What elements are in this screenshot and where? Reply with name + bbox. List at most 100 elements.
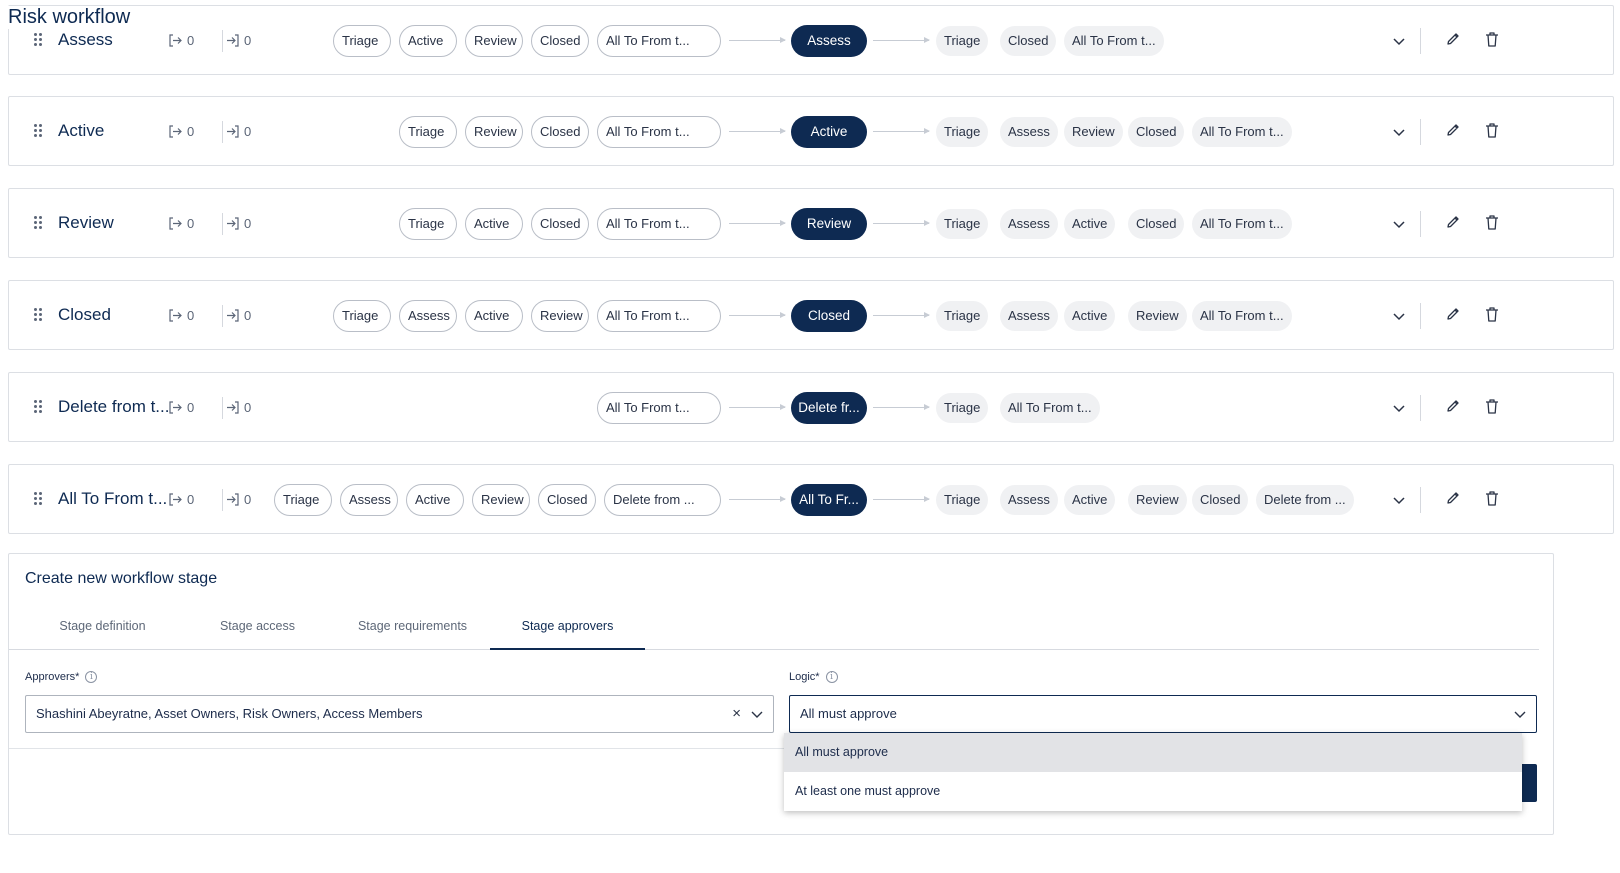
- from-stage-pill[interactable]: Closed: [531, 25, 589, 57]
- trash-icon[interactable]: [1484, 490, 1500, 507]
- from-stage-pill[interactable]: Triage: [333, 25, 391, 57]
- drag-handle-icon[interactable]: [34, 400, 44, 414]
- from-stage-pill[interactable]: Triage: [399, 116, 457, 148]
- from-stage-pill[interactable]: All To From t...: [597, 116, 721, 148]
- to-stage-pill[interactable]: All To From t...: [1192, 117, 1292, 147]
- current-stage-pill[interactable]: Active: [791, 116, 867, 148]
- trash-icon[interactable]: [1484, 122, 1500, 139]
- to-stage-pill[interactable]: Closed: [1192, 485, 1249, 515]
- current-stage-pill[interactable]: Delete fr...: [791, 392, 867, 424]
- drag-handle-icon[interactable]: [34, 216, 44, 230]
- logic-option-at-least-one[interactable]: At least one must approve: [784, 772, 1522, 811]
- incoming-count-value: 0: [244, 400, 252, 415]
- trash-icon[interactable]: [1484, 31, 1500, 48]
- from-stage-pill[interactable]: Triage: [274, 484, 332, 516]
- to-stage-pill[interactable]: Triage: [936, 301, 989, 331]
- info-icon[interactable]: i: [825, 671, 838, 683]
- from-stage-pill[interactable]: Active: [406, 484, 464, 516]
- from-stage-pill[interactable]: Review: [465, 25, 523, 57]
- clear-icon[interactable]: ×: [732, 696, 741, 732]
- trash-icon[interactable]: [1484, 214, 1500, 231]
- pencil-icon[interactable]: [1445, 490, 1461, 506]
- from-stage-pill[interactable]: Review: [531, 300, 589, 332]
- chevron-down-icon[interactable]: [1392, 309, 1406, 323]
- drag-handle-icon[interactable]: [34, 33, 44, 47]
- current-stage-pill[interactable]: Review: [791, 208, 867, 240]
- logic-select[interactable]: All must approve: [789, 695, 1537, 733]
- arrow-connector: [729, 37, 786, 43]
- chevron-down-icon[interactable]: [1392, 34, 1406, 48]
- from-stage-pill[interactable]: Assess: [340, 484, 398, 516]
- chevron-down-icon[interactable]: [1392, 401, 1406, 415]
- from-stage-pill[interactable]: Assess: [399, 300, 457, 332]
- to-stage-pill[interactable]: All To From t...: [1192, 209, 1292, 239]
- from-stage-pill[interactable]: Active: [465, 300, 523, 332]
- pencil-icon[interactable]: [1445, 214, 1461, 230]
- trash-icon[interactable]: [1484, 398, 1500, 415]
- current-stage-pill[interactable]: Assess: [791, 25, 867, 57]
- to-stage-pill[interactable]: Assess: [1000, 485, 1058, 515]
- logic-option-all[interactable]: All must approve: [784, 733, 1522, 772]
- to-stage-pill[interactable]: Review: [1128, 485, 1187, 515]
- from-stage-pill[interactable]: Review: [465, 116, 523, 148]
- from-stage-pill[interactable]: Active: [465, 208, 523, 240]
- to-stage-pill[interactable]: Triage: [936, 26, 989, 56]
- current-stage-pill[interactable]: All To Fr...: [791, 484, 867, 516]
- pencil-icon[interactable]: [1445, 398, 1461, 414]
- trash-icon[interactable]: [1484, 306, 1500, 323]
- to-stage-pill[interactable]: Triage: [936, 485, 989, 515]
- from-stage-pill[interactable]: Triage: [399, 208, 457, 240]
- tab-stage-definition[interactable]: Stage definition: [25, 606, 180, 650]
- drag-handle-icon[interactable]: [34, 124, 44, 138]
- current-stage-pill[interactable]: Closed: [791, 300, 867, 332]
- from-stage-pill[interactable]: Closed: [531, 116, 589, 148]
- to-stage-pill[interactable]: All To From t...: [1064, 26, 1164, 56]
- drag-handle-icon[interactable]: [34, 308, 44, 322]
- tab-stage-access[interactable]: Stage access: [180, 606, 335, 650]
- to-stage-pill[interactable]: Triage: [936, 117, 989, 147]
- to-stage-pill[interactable]: Active: [1064, 209, 1116, 239]
- to-stage-pill[interactable]: Active: [1064, 301, 1116, 331]
- chevron-down-icon[interactable]: [1392, 125, 1406, 139]
- to-stage-pill[interactable]: Review: [1064, 117, 1123, 147]
- chevron-down-icon[interactable]: [751, 708, 763, 720]
- chevron-down-icon[interactable]: [1392, 493, 1406, 507]
- to-stage-pill[interactable]: Triage: [936, 209, 989, 239]
- to-stage-pill[interactable]: All To From t...: [1000, 393, 1100, 423]
- to-stage-pill[interactable]: Assess: [1000, 209, 1058, 239]
- info-icon[interactable]: i: [85, 671, 98, 683]
- from-stage-pill[interactable]: Closed: [531, 208, 589, 240]
- to-stage-pill[interactable]: All To From t...: [1192, 301, 1292, 331]
- from-stage-pill[interactable]: Active: [399, 25, 457, 57]
- to-stage-pill[interactable]: Assess: [1000, 117, 1058, 147]
- stage-tabs: Stage definition Stage access Stage requ…: [9, 606, 1539, 650]
- from-stage-pill[interactable]: All To From t...: [597, 25, 721, 57]
- to-stage-pill[interactable]: Delete from ...: [1256, 485, 1354, 515]
- from-stage-pill[interactable]: Closed: [538, 484, 596, 516]
- approvers-select[interactable]: Shashini Abeyratne, Asset Owners, Risk O…: [25, 695, 774, 733]
- to-stage-pill[interactable]: Active: [1064, 485, 1116, 515]
- from-stage-pill[interactable]: All To From t...: [597, 300, 721, 332]
- to-stage-pill[interactable]: Closed: [1128, 209, 1185, 239]
- pencil-icon[interactable]: [1445, 31, 1461, 47]
- from-stage-pill[interactable]: All To From t...: [597, 208, 721, 240]
- to-stage-pill[interactable]: Closed: [1000, 26, 1057, 56]
- chevron-down-icon[interactable]: [1514, 708, 1526, 720]
- tab-stage-approvers[interactable]: Stage approvers: [490, 606, 645, 650]
- stage-name: Closed: [58, 305, 111, 324]
- pencil-icon[interactable]: [1445, 122, 1461, 138]
- from-stage-pill[interactable]: All To From t...: [597, 392, 721, 424]
- to-stage-pill[interactable]: Review: [1128, 301, 1187, 331]
- pencil-icon[interactable]: [1445, 306, 1461, 322]
- to-stage-pill[interactable]: Assess: [1000, 301, 1058, 331]
- tab-stage-requirements[interactable]: Stage requirements: [335, 606, 490, 650]
- to-stage-pill[interactable]: Triage: [936, 393, 989, 423]
- from-stage-pill[interactable]: Triage: [333, 300, 391, 332]
- drag-handle-icon[interactable]: [34, 492, 44, 506]
- from-stage-pill[interactable]: Review: [472, 484, 530, 516]
- stage-name: All To From t...: [58, 489, 168, 508]
- to-stage-pill[interactable]: Closed: [1128, 117, 1185, 147]
- from-stage-pill[interactable]: Delete from ...: [604, 484, 721, 516]
- arrow-connector: [729, 496, 786, 502]
- chevron-down-icon[interactable]: [1392, 217, 1406, 231]
